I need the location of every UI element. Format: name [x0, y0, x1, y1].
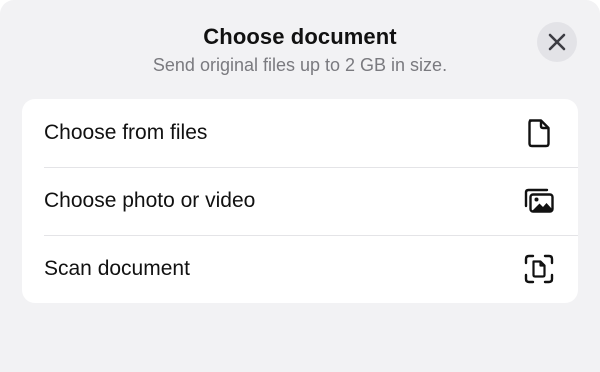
option-choose-photo-or-video[interactable]: Choose photo or video	[22, 167, 578, 235]
close-button[interactable]	[537, 22, 577, 62]
option-label: Choose photo or video	[44, 189, 256, 212]
sheet-subtitle: Send original files up to 2 GB in size.	[152, 55, 448, 75]
document-picker-sheet: Choose document Send original files up t…	[0, 0, 600, 372]
option-choose-from-files[interactable]: Choose from files	[22, 99, 578, 167]
scan-document-icon	[522, 252, 556, 286]
photos-icon	[522, 184, 556, 218]
close-icon	[548, 33, 566, 51]
option-label: Scan document	[44, 257, 190, 280]
sheet-header: Choose document Send original files up t…	[0, 0, 600, 90]
option-label: Choose from files	[44, 121, 208, 144]
options-list: Choose from files Choose photo or video	[22, 99, 578, 303]
option-scan-document[interactable]: Scan document	[22, 235, 578, 303]
document-icon	[522, 116, 556, 150]
sheet-title: Choose document	[203, 24, 397, 49]
